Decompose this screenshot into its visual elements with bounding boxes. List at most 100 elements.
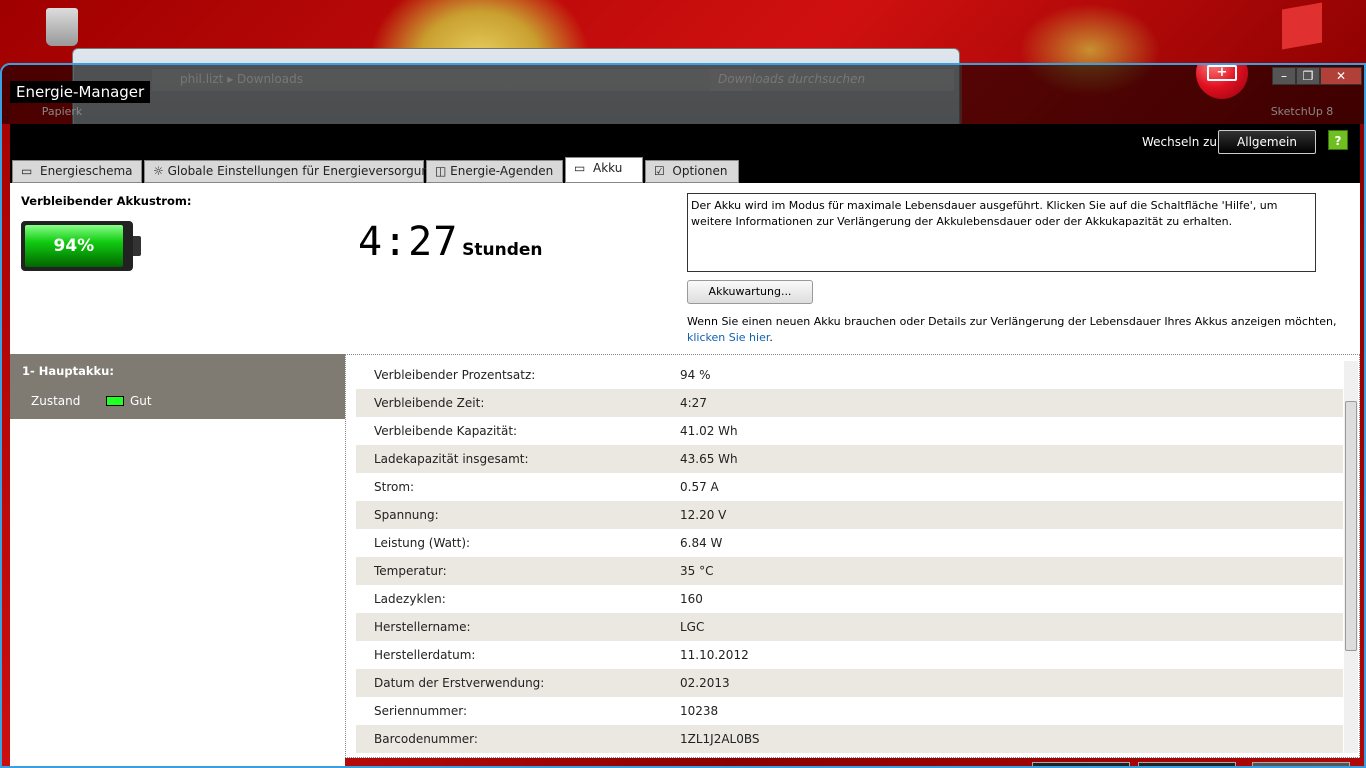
- detail-value: 4:27: [680, 396, 707, 410]
- detail-label: Spannung:: [374, 508, 439, 522]
- switch-label: Wechseln zu:: [1142, 135, 1222, 149]
- tab-label: Energieschema: [39, 164, 133, 178]
- detail-row: Verbleibende Zeit: 4:27: [356, 389, 1343, 417]
- detail-row: Temperatur: 35 °C: [356, 557, 1343, 585]
- detail-label: Strom:: [374, 480, 415, 494]
- breadcrumb-item: Downloads: [237, 72, 303, 86]
- detail-row: Herstellerdatum: 11.10.2012: [356, 641, 1343, 669]
- page-icon: ▭: [21, 164, 33, 178]
- status-label: Zustand: [31, 394, 81, 408]
- tab-bar: ▭ Energieschema ☼ Globale Einstellungen …: [10, 157, 1360, 183]
- tab-akku[interactable]: ▭ Akku: [565, 157, 643, 183]
- tab-energie-agenden[interactable]: ◫ Energie-Agenden: [426, 160, 563, 183]
- info-text: Der Akku wird im Modus für maximale Lebe…: [687, 193, 1316, 272]
- detail-label: Herstellerdatum:: [374, 648, 476, 662]
- footer-button[interactable]: [1252, 762, 1350, 766]
- detail-label: Ladezyklen:: [374, 592, 446, 606]
- detail-label: Herstellername:: [374, 620, 471, 634]
- tab-globale-einstellungen[interactable]: ☼ Globale Einstellungen für Energieverso…: [144, 160, 437, 183]
- footer-button[interactable]: [1032, 762, 1130, 766]
- detail-value: 43.65 Wh: [680, 452, 738, 466]
- time-value: 4:27: [358, 219, 459, 265]
- tab-label: Globale Einstellungen für Energieversorg…: [167, 164, 437, 178]
- battery-icon: ▭: [574, 161, 586, 175]
- detail-row: Verbleibende Kapazität: 41.02 Wh: [356, 417, 1343, 445]
- remaining-time: 4:27 Stunden: [358, 219, 543, 265]
- detail-row: Strom: 0.57 A: [356, 473, 1343, 501]
- status-value: Gut: [130, 394, 152, 408]
- detail-value: 10238: [680, 704, 719, 718]
- detail-row: Verbleibender Prozentsatz: 94 %: [356, 361, 1343, 389]
- detail-value: 35 °C: [680, 564, 714, 578]
- detail-label: Verbleibende Zeit:: [374, 396, 485, 410]
- tab-optionen[interactable]: ☑ Optionen: [645, 160, 739, 183]
- gear-icon: ☼: [153, 164, 164, 178]
- detail-label: Verbleibender Prozentsatz:: [374, 368, 536, 382]
- minimize-button[interactable]: –: [1272, 67, 1296, 85]
- maximize-button[interactable]: ❐: [1296, 67, 1320, 85]
- battery-overview: Verbleibender Akkustrom: 94% 4:27 Stunde…: [10, 183, 1360, 354]
- detail-value: 160: [680, 592, 703, 606]
- footer-button[interactable]: [1138, 762, 1236, 766]
- detail-value: 94 %: [680, 368, 711, 382]
- detail-value: 02.2013: [680, 676, 730, 690]
- detail-label: Leistung (Watt):: [374, 536, 471, 550]
- detail-row: Leistung (Watt): 6.84 W: [356, 529, 1343, 557]
- detail-label: Temperatur:: [374, 564, 447, 578]
- detail-value: 6.84 W: [680, 536, 723, 550]
- detail-label: Ladekapazität insgesamt:: [374, 452, 529, 466]
- search-input: Downloads durchsuchen: [710, 69, 954, 91]
- detail-row: Ladezyklen: 160: [356, 585, 1343, 613]
- help-icon[interactable]: ?: [1328, 130, 1348, 150]
- battery-gauge: 94%: [21, 221, 141, 271]
- time-unit: Stunden: [462, 240, 543, 260]
- tab-energieschema[interactable]: ▭ Energieschema: [12, 160, 142, 183]
- battery-name: 1- Hauptakku:: [22, 364, 114, 378]
- detail-row: Ladekapazität insgesamt: 43.65 Wh: [356, 445, 1343, 473]
- window-title: Energie-Manager: [10, 81, 151, 103]
- sketchup-icon[interactable]: [1262, 2, 1342, 50]
- detail-label: Verbleibende Kapazität:: [374, 424, 518, 438]
- scrollbar-thumb[interactable]: [1345, 401, 1357, 651]
- battery-tip: [133, 236, 141, 256]
- desktop-icon-label: Papierk: [41, 105, 83, 118]
- clock-icon: ◫: [435, 164, 447, 178]
- note-text: Wenn Sie einen neuen Akku brauchen oder …: [687, 315, 1337, 328]
- recycle-bin-icon[interactable]: [22, 8, 102, 46]
- klicken-sie-hier-link[interactable]: klicken Sie hier: [687, 331, 769, 344]
- breadcrumb-item: phil.lizt: [180, 72, 224, 86]
- address-bar: phil.lizt ▸ Downloads: [152, 69, 752, 91]
- battery-title: Verbleibender Akkustrom:: [21, 194, 192, 208]
- tab-label: Optionen: [672, 164, 728, 178]
- detail-value: 41.02 Wh: [680, 424, 738, 438]
- detail-row: Seriennummer: 10238: [356, 697, 1343, 725]
- allgemein-button[interactable]: Allgemein: [1218, 130, 1316, 154]
- detail-value: LGC: [680, 620, 705, 634]
- detail-value: 12.20 V: [680, 508, 727, 522]
- battery-fill: 94%: [25, 225, 123, 267]
- desktop-icon-label: SketchUp 8: [1270, 105, 1334, 118]
- detail-row: Spannung: 12.20 V: [356, 501, 1343, 529]
- battery-list-item[interactable]: 1- Hauptakku: Zustand Gut: [10, 354, 345, 419]
- tab-label: Energie-Agenden: [450, 164, 554, 178]
- title-bar: phil.lizt ▸ Downloads Downloads durchsuc…: [2, 65, 1364, 124]
- scrollbar[interactable]: [1344, 361, 1358, 753]
- close-button[interactable]: ✕: [1320, 67, 1362, 85]
- battery-logo-icon: +: [1196, 65, 1248, 99]
- battery-status-icon: [106, 396, 124, 406]
- detail-label: Seriennummer:: [374, 704, 467, 718]
- battery-list-sidebar: 1- Hauptakku: Zustand Gut: [10, 354, 345, 766]
- energie-manager-window: phil.lizt ▸ Downloads Downloads durchsuc…: [0, 63, 1366, 768]
- detail-row: Barcodenummer: 1ZL1J2AL0BS: [356, 725, 1343, 753]
- detail-row: Datum der Erstverwendung: 02.2013: [356, 669, 1343, 697]
- detail-value: 1ZL1J2AL0BS: [680, 732, 760, 746]
- akkuwartung-button[interactable]: Akkuwartung...: [687, 280, 813, 304]
- detail-label: Datum der Erstverwendung:: [374, 676, 545, 690]
- explorer-ghost: phil.lizt ▸ Downloads Downloads durchsuc…: [74, 65, 962, 124]
- detail-label: Barcodenummer:: [374, 732, 478, 746]
- checkbox-icon: ☑: [654, 164, 665, 178]
- detail-value: 11.10.2012: [680, 648, 749, 662]
- battery-details: Verbleibender Prozentsatz: 94 % Verbleiben…: [345, 354, 1360, 758]
- detail-row: Herstellername: LGC: [356, 613, 1343, 641]
- note-suffix: .: [769, 331, 773, 344]
